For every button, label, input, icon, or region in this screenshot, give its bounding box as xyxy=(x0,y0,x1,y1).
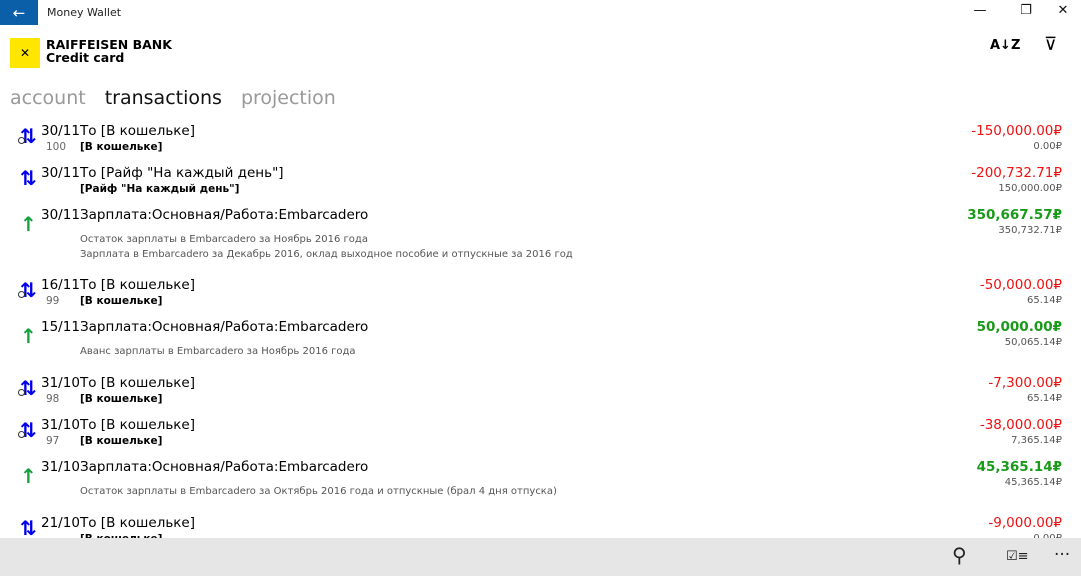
transaction-date: 31/10 xyxy=(41,417,80,433)
account-header: RAIFFEISEN BANK Credit card xyxy=(46,38,172,64)
sort-icon[interactable]: A↓Z xyxy=(990,38,1020,53)
running-balance: 45,365.14₽ xyxy=(1004,477,1062,488)
transaction-note: Остаток зарплаты в Embarcadero за Октябр… xyxy=(80,486,557,497)
transaction-amount: -200,732.71₽ xyxy=(971,165,1062,181)
transaction-list[interactable]: ⇅ 30/11 То [В кошельке] 100 [В кошельке] -150… xyxy=(0,120,1081,538)
transaction-title: Зарплата:Основная/Работа:Embarcadero xyxy=(80,207,369,223)
transaction-title: То [В кошельке] xyxy=(80,277,196,293)
close-button[interactable]: ✕ xyxy=(1048,3,1078,18)
transaction-number: 99 xyxy=(46,295,60,307)
tab-projection[interactable]: projection xyxy=(241,87,336,109)
filter-icon[interactable]: ⊽ xyxy=(1044,34,1057,55)
reconciled-icon xyxy=(18,137,25,144)
running-balance: 150,000.00₽ xyxy=(998,183,1062,194)
transaction-title: То [В кошельке] xyxy=(80,417,196,433)
transaction-title: То [В кошельке] xyxy=(80,123,196,139)
transaction-date: 31/10 xyxy=(41,375,80,391)
reconciled-icon xyxy=(18,291,25,298)
transaction-amount: 50,000.00₽ xyxy=(976,319,1062,335)
restore-button[interactable]: ❐ xyxy=(1011,3,1041,18)
bank-logo: ✕ xyxy=(10,38,40,68)
income-arrow-icon: ↑ xyxy=(20,324,37,348)
transaction-row[interactable]: ↑ 30/11 Зарплата:Основная/Работа:Embarcade… xyxy=(0,204,1081,274)
transaction-amount: -150,000.00₽ xyxy=(971,123,1062,139)
reconciled-icon xyxy=(18,431,25,438)
transaction-title: То [В кошельке] xyxy=(80,515,196,531)
transaction-date: 31/10 xyxy=(41,459,80,475)
transaction-date: 30/11 xyxy=(41,207,80,223)
tab-account[interactable]: account xyxy=(10,87,86,109)
transfer-icon: ⇅ xyxy=(20,166,37,190)
transaction-amount: -7,300.00₽ xyxy=(988,375,1062,391)
account-name: Credit card xyxy=(46,50,125,65)
running-balance: 7,365.14₽ xyxy=(1011,435,1062,446)
transaction-row[interactable]: ⇅ 30/11 То [Райф "На каждый день"] [Райф "Н… xyxy=(0,162,1081,204)
transaction-title: То [Райф "На каждый день"] xyxy=(80,165,284,181)
income-arrow-icon: ↑ xyxy=(20,464,37,488)
income-arrow-icon: ↑ xyxy=(20,212,37,236)
transaction-amount: -9,000.00₽ xyxy=(988,515,1062,531)
transaction-date: 30/11 xyxy=(41,123,80,139)
transaction-row[interactable]: ⇅21/10То [В кошельке][В кошельке]-9,000.… xyxy=(0,512,1081,538)
transaction-subtitle: [Райф "На каждый день"] xyxy=(80,183,240,195)
transaction-subtitle: [В кошельке] xyxy=(80,141,163,153)
running-balance: 65.14₽ xyxy=(1027,295,1062,306)
app-title: Money Wallet xyxy=(47,6,122,19)
search-icon[interactable]: ⚲ xyxy=(952,543,967,567)
transaction-amount: -50,000.00₽ xyxy=(979,277,1062,293)
transaction-date: 21/10 xyxy=(41,515,80,531)
transaction-subtitle: [В кошельке] xyxy=(80,393,163,405)
arrow-left-icon: ← xyxy=(12,3,26,22)
running-balance: 0.00₽ xyxy=(1033,141,1062,152)
back-button[interactable]: ← xyxy=(0,0,38,25)
reconciled-icon xyxy=(18,389,25,396)
running-balance: 50,065.14₽ xyxy=(1004,337,1062,348)
transaction-title: Зарплата:Основная/Работа:Embarcadero xyxy=(80,459,369,475)
transaction-row[interactable]: ⇅ 31/10 То [В кошельке] 97 [В кошельке] -38,0… xyxy=(0,414,1081,456)
transaction-title: Зарплата:Основная/Работа:Embarcadero xyxy=(80,319,369,335)
transaction-number: 97 xyxy=(46,435,60,447)
transaction-note: Аванс зарплаты в Embarcadero за Ноябрь 2… xyxy=(80,346,356,357)
transaction-title: То [В кошельке] xyxy=(80,375,196,391)
title-bar: ← Money Wallet — ❐ ✕ xyxy=(0,0,1081,25)
transaction-note: Остаток зарплаты в Embarcadero за Ноябрь… xyxy=(80,234,368,245)
running-balance: 65.14₽ xyxy=(1027,393,1062,404)
transaction-amount: 350,667.57₽ xyxy=(967,207,1062,223)
transaction-subtitle: [В кошельке] xyxy=(80,435,163,447)
transfer-icon: ⇅ xyxy=(20,516,37,538)
transaction-row[interactable]: ↑ 31/10 Зарплата:Основная/Работа:Embarcade… xyxy=(0,456,1081,512)
transaction-row[interactable]: ⇅ 16/11 То [В кошельке] 99 [В кошельке] -50,0… xyxy=(0,274,1081,316)
running-balance: 350,732.71₽ xyxy=(998,225,1062,236)
tab-bar: account transactions projection xyxy=(10,87,336,109)
transaction-row[interactable]: ⇅ 30/11 То [В кошельке] 100 [В кошельке] -150… xyxy=(0,120,1081,162)
transaction-date: 15/11 xyxy=(41,319,80,335)
app-bar: ⚲ ☑≡ ··· xyxy=(0,538,1081,576)
transaction-row[interactable]: ↑ 15/11 Зарплата:Основная/Работа:Embarcade… xyxy=(0,316,1081,372)
transaction-number: 100 xyxy=(46,141,67,153)
checklist-icon[interactable]: ☑≡ xyxy=(1006,549,1029,564)
minimize-button[interactable]: — xyxy=(965,3,995,18)
transaction-amount: 45,365.14₽ xyxy=(976,459,1062,475)
transaction-amount: -38,000.00₽ xyxy=(979,417,1062,433)
transaction-subtitle: [В кошельке] xyxy=(80,295,163,307)
transaction-date: 30/11 xyxy=(41,165,80,181)
transaction-date: 16/11 xyxy=(41,277,80,293)
tab-transactions[interactable]: transactions xyxy=(105,87,222,109)
transaction-row[interactable]: ⇅ 31/10 То [В кошельке] 98 [В кошельке] -7,30… xyxy=(0,372,1081,414)
transaction-note: Зарплата в Embarcadero за Декабрь 2016, … xyxy=(80,249,573,260)
transaction-number: 98 xyxy=(46,393,60,405)
more-icon[interactable]: ··· xyxy=(1054,545,1070,565)
